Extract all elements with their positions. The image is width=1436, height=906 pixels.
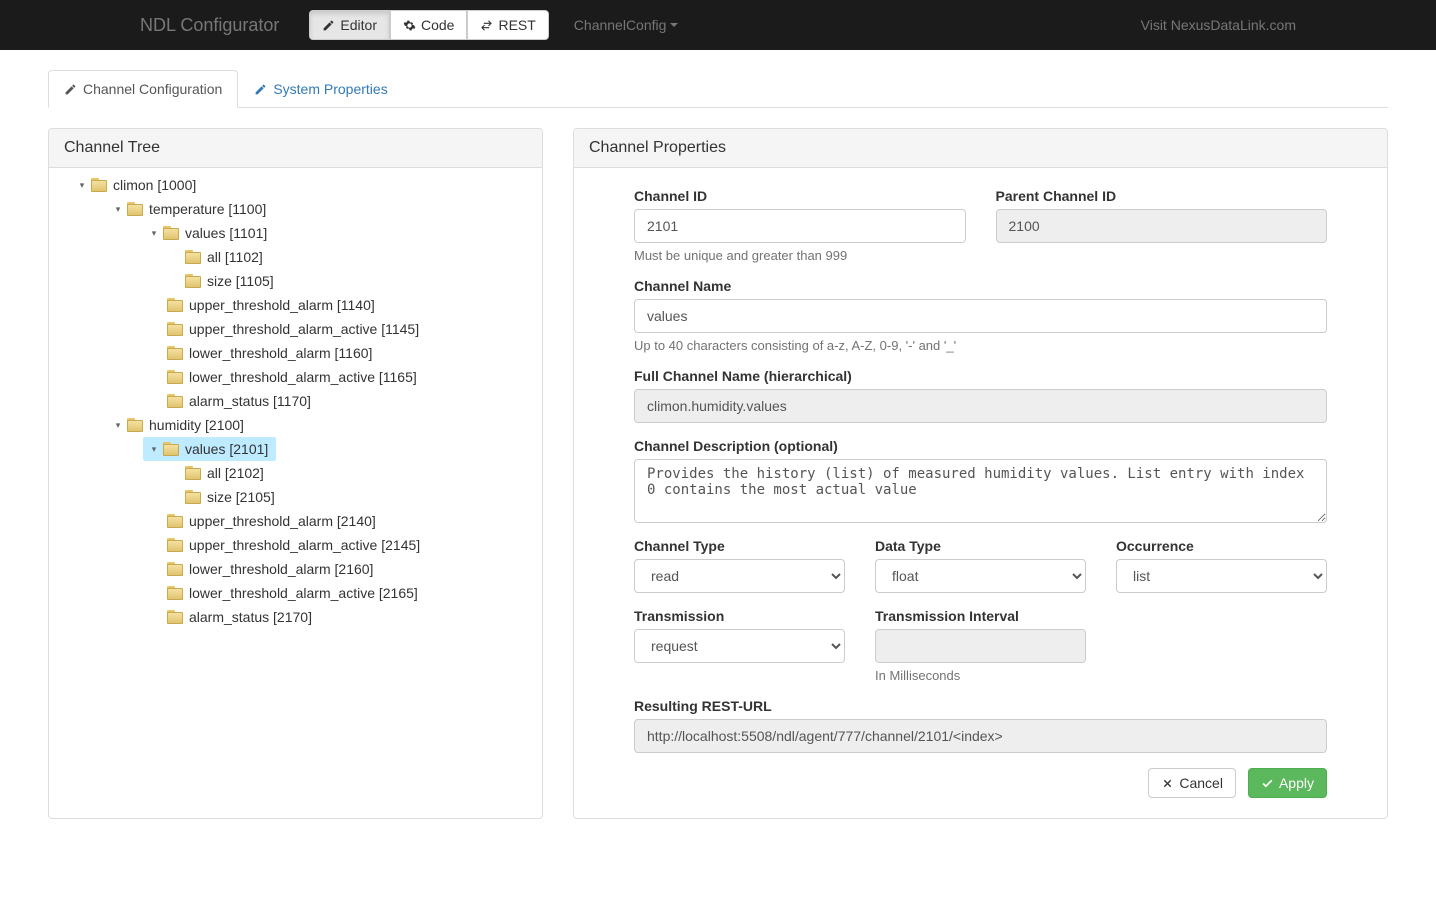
folder-icon [167, 586, 183, 600]
parent-id-label: Parent Channel ID [996, 188, 1328, 204]
tree-node[interactable]: lower_threshold_alarm [2160] [53, 557, 538, 581]
collapse-icon[interactable]: ▾ [111, 418, 125, 432]
desc-input[interactable] [634, 459, 1327, 523]
folder-icon [167, 298, 183, 312]
tree-node[interactable]: upper_threshold_alarm_active [2145] [53, 533, 538, 557]
tree-node[interactable]: upper_threshold_alarm_active [1145] [53, 317, 538, 341]
tree-title: Channel Tree [49, 129, 542, 168]
folder-icon [127, 202, 143, 216]
full-name-label: Full Channel Name (hierarchical) [634, 368, 1327, 384]
tree-node[interactable]: size [1105] [53, 269, 538, 293]
full-name-input [634, 389, 1327, 423]
channel-properties-panel: Channel Properties Channel ID Must be un… [573, 128, 1388, 819]
view-toggle: Editor Code REST [309, 10, 548, 40]
name-help: Up to 40 characters consisting of a-z, A… [634, 338, 1327, 353]
config-dropdown[interactable]: ChannelConfig [574, 17, 679, 33]
folder-icon [163, 442, 179, 456]
tree-node-climon[interactable]: ▾ climon [1000] [53, 173, 538, 197]
edit-icon [322, 19, 335, 32]
tree-node[interactable]: lower_threshold_alarm_active [1165] [53, 365, 538, 389]
editor-button[interactable]: Editor [309, 10, 390, 40]
channel-id-input[interactable] [634, 209, 966, 243]
cancel-button[interactable]: Cancel [1148, 768, 1236, 798]
interval-help: In Milliseconds [875, 668, 1086, 683]
channel-tree-panel: Channel Tree ▾ climon [1000] [48, 128, 543, 819]
folder-icon [167, 394, 183, 408]
collapse-icon[interactable]: ▾ [147, 442, 161, 456]
tree-node[interactable]: ▾ values [1101] [53, 221, 538, 245]
folder-icon [167, 346, 183, 360]
occurrence-select[interactable]: list [1116, 559, 1327, 593]
tree-node[interactable]: alarm_status [2170] [53, 605, 538, 629]
collapse-icon[interactable]: ▾ [75, 178, 89, 192]
type-select[interactable]: read [634, 559, 845, 593]
caret-down-icon [670, 23, 678, 27]
url-label: Resulting REST-URL [634, 698, 1327, 714]
rest-button[interactable]: REST [467, 10, 548, 40]
folder-icon [167, 538, 183, 552]
folder-icon [185, 490, 201, 504]
url-input [634, 719, 1327, 753]
gear-icon [403, 19, 416, 32]
parent-id-input [996, 209, 1328, 243]
edit-icon [64, 83, 77, 96]
interval-label: Transmission Interval [875, 608, 1086, 624]
tree-scroll[interactable]: ▾ climon [1000] ▾ temperature [1100] [53, 172, 538, 752]
tree-node[interactable]: alarm_status [1170] [53, 389, 538, 413]
name-input[interactable] [634, 299, 1327, 333]
interval-input [875, 629, 1086, 663]
datatype-label: Data Type [875, 538, 1086, 554]
tree-node[interactable]: size [2105] [53, 485, 538, 509]
name-label: Channel Name [634, 278, 1327, 294]
check-icon [1261, 777, 1274, 790]
folder-icon [127, 418, 143, 432]
tree-node-temperature[interactable]: ▾ temperature [1100] [53, 197, 538, 221]
transmission-label: Transmission [634, 608, 845, 624]
visit-link[interactable]: Visit NexusDataLink.com [1141, 17, 1296, 33]
folder-icon [167, 610, 183, 624]
folder-icon [163, 226, 179, 240]
tab-channel-config[interactable]: Channel Configuration [48, 70, 238, 108]
transfer-icon [480, 19, 493, 32]
folder-icon [167, 562, 183, 576]
tree-node[interactable]: lower_threshold_alarm [1160] [53, 341, 538, 365]
folder-icon [91, 178, 107, 192]
occurrence-label: Occurrence [1116, 538, 1327, 554]
folder-icon [167, 370, 183, 384]
folder-icon [185, 250, 201, 264]
transmission-select[interactable]: request [634, 629, 845, 663]
code-button[interactable]: Code [390, 10, 467, 40]
tabs: Channel Configuration System Properties [48, 70, 1388, 108]
navbar: NDL Configurator Editor Code REST Channe… [0, 0, 1436, 50]
props-title: Channel Properties [574, 129, 1387, 168]
tree-node[interactable]: upper_threshold_alarm [1140] [53, 293, 538, 317]
tree-node[interactable]: upper_threshold_alarm [2140] [53, 509, 538, 533]
channel-id-help: Must be unique and greater than 999 [634, 248, 966, 263]
apply-button[interactable]: Apply [1248, 768, 1327, 798]
channel-id-label: Channel ID [634, 188, 966, 204]
close-icon [1161, 777, 1174, 790]
folder-icon [167, 514, 183, 528]
collapse-icon[interactable]: ▾ [111, 202, 125, 216]
tree-node[interactable]: lower_threshold_alarm_active [2165] [53, 581, 538, 605]
edit-icon [254, 83, 267, 96]
brand: NDL Configurator [140, 15, 279, 36]
tree-node[interactable]: all [2102] [53, 461, 538, 485]
folder-icon [167, 322, 183, 336]
tab-system-props[interactable]: System Properties [238, 70, 403, 108]
folder-icon [185, 274, 201, 288]
desc-label: Channel Description (optional) [634, 438, 1327, 454]
type-label: Channel Type [634, 538, 845, 554]
collapse-icon[interactable]: ▾ [147, 226, 161, 240]
tree-node[interactable]: all [1102] [53, 245, 538, 269]
folder-icon [185, 466, 201, 480]
datatype-select[interactable]: float [875, 559, 1086, 593]
tree-node-selected[interactable]: ▾ values [2101] [143, 437, 276, 461]
tree-node-humidity[interactable]: ▾ humidity [2100] [53, 413, 538, 437]
